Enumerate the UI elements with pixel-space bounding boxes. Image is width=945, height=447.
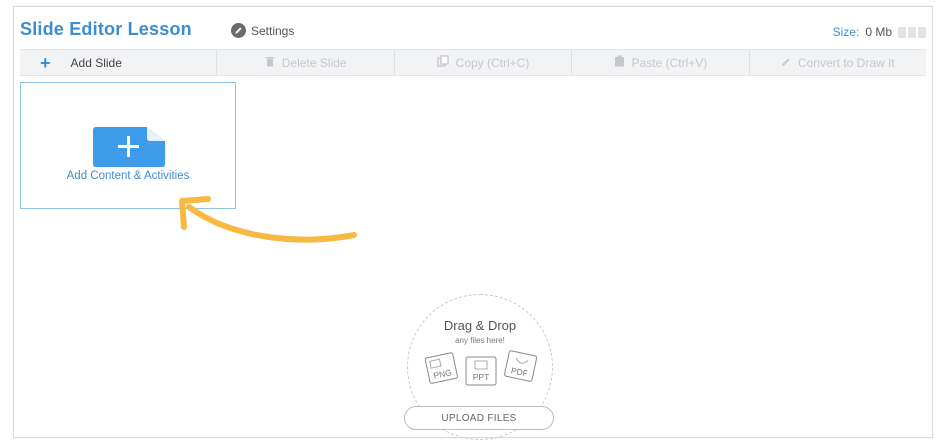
dropzone-subtitle: any files here! [455,336,505,345]
copy-label: Copy (Ctrl+C) [455,55,530,70]
paste-button[interactable]: Paste (Ctrl+V) [572,50,750,75]
plus-icon: + [40,52,51,73]
pencil-icon [231,23,246,38]
curved-arrow-icon [179,196,357,243]
settings-link[interactable]: Settings [231,23,294,38]
page-title: Slide Editor Lesson [20,19,192,39]
copy-icon [437,55,449,70]
size-value: 0 Mb [865,25,892,39]
title-row: Slide Editor Lesson Settings Size: 0 Mb [20,19,926,45]
slide-editor-panel: Slide Editor Lesson Settings Size: 0 Mb … [13,6,933,440]
dropzone-title: Drag & Drop [443,318,517,333]
add-content-label: Add Content & Activities [66,170,190,182]
toolbar: + Add Slide Delete Slide Copy (Ctrl+C) P… [20,49,926,76]
size-label: Size: [832,25,860,39]
storage-bars-icon [898,26,926,38]
copy-button[interactable]: Copy (Ctrl+C) [395,50,573,75]
upload-files-button[interactable]: UPLOAD FILES [404,406,554,430]
file-types-icon: PNG PDF PPT [424,350,538,386]
paste-icon [614,55,625,70]
add-document-icon [93,127,165,172]
add-slide-button[interactable]: + Add Slide [20,50,218,75]
trash-icon [265,56,275,70]
add-slide-label: Add Slide [70,55,122,70]
size-indicator: Size: 0 Mb [833,25,926,39]
file-type-ppt: PPT [473,372,490,382]
paste-label: Paste (Ctrl+V) [631,55,708,70]
delete-slide-button[interactable]: Delete Slide [217,50,395,75]
convert-to-draw-it-button[interactable]: Convert to Draw It [750,50,926,75]
settings-label: Settings [251,23,295,38]
pencil-icon [781,56,791,70]
delete-slide-label: Delete Slide [281,55,347,70]
convert-label: Convert to Draw It [797,55,895,70]
